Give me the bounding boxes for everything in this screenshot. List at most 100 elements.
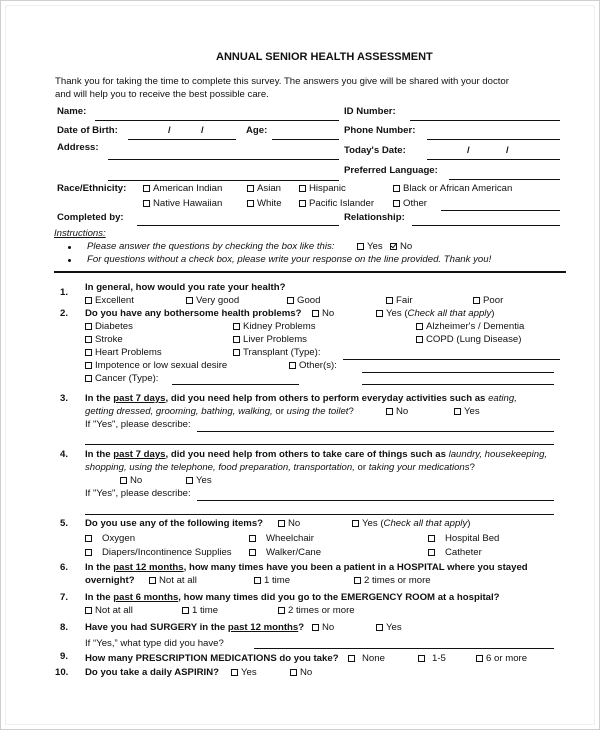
checkbox-icon[interactable] xyxy=(254,577,261,584)
checkbox-icon[interactable] xyxy=(312,624,319,631)
checkbox-icon[interactable] xyxy=(428,535,435,542)
q1-option-very-good[interactable]: Very good xyxy=(186,295,239,307)
q7-option-1-time[interactable]: 1 time xyxy=(182,605,218,617)
checkbox-icon[interactable] xyxy=(348,655,355,662)
q8-option-no[interactable]: No xyxy=(312,622,334,634)
checkbox-icon[interactable] xyxy=(289,362,296,369)
checkbox-icon[interactable] xyxy=(186,477,193,484)
completed-by-input[interactable] xyxy=(137,225,339,226)
q2-option-cancer[interactable]: Cancer (Type): xyxy=(85,373,158,385)
checkbox-icon[interactable] xyxy=(352,520,359,527)
checkbox-icon[interactable] xyxy=(287,297,294,304)
q2-option-copd[interactable]: COPD (Lung Disease) xyxy=(416,334,521,346)
race-option-native-hawaiian[interactable]: Native Hawaiian xyxy=(143,198,222,210)
q2-option-heart[interactable]: Heart Problems xyxy=(85,347,162,359)
checkbox-icon[interactable] xyxy=(85,323,92,330)
checkbox-icon[interactable] xyxy=(85,297,92,304)
checkbox-icon[interactable] xyxy=(182,607,189,614)
checkbox-icon[interactable] xyxy=(247,200,254,207)
address-input-line-2[interactable] xyxy=(108,180,339,181)
checkbox-icon[interactable] xyxy=(354,577,361,584)
relationship-input[interactable] xyxy=(412,225,560,226)
checkbox-icon[interactable] xyxy=(249,535,256,542)
checkbox-icon[interactable] xyxy=(233,323,240,330)
checkbox-icon[interactable] xyxy=(393,200,400,207)
id-number-input[interactable] xyxy=(410,120,560,121)
checkbox-icon[interactable] xyxy=(85,375,92,382)
q2-others-input-1[interactable] xyxy=(362,372,554,373)
checkbox-icon[interactable] xyxy=(299,185,306,192)
q2-option-kidney[interactable]: Kidney Problems xyxy=(233,321,316,333)
race-option-white[interactable]: White xyxy=(247,198,282,210)
q9-option-none[interactable]: None xyxy=(348,653,385,665)
checkbox-icon[interactable] xyxy=(376,624,383,631)
checkbox-icon[interactable] xyxy=(231,669,238,676)
q5-option-diapers[interactable]: Diapers/Incontinence Supplies xyxy=(85,547,232,559)
q3-describe-input-2[interactable] xyxy=(85,444,554,445)
checkbox-icon[interactable] xyxy=(278,607,285,614)
phone-input[interactable] xyxy=(427,139,560,140)
checkbox-icon[interactable] xyxy=(85,349,92,356)
q5-option-wheelchair[interactable]: Wheelchair xyxy=(249,533,314,545)
q6-option-1-time[interactable]: 1 time xyxy=(254,575,290,587)
checkbox-icon[interactable] xyxy=(143,200,150,207)
q4-describe-input-2[interactable] xyxy=(85,514,554,515)
race-option-american-indian[interactable]: American Indian xyxy=(143,183,222,195)
checkbox-icon[interactable] xyxy=(312,310,319,317)
q8-surgery-type-input[interactable] xyxy=(254,648,554,649)
checkbox-icon[interactable] xyxy=(149,577,156,584)
q1-option-poor[interactable]: Poor xyxy=(473,295,503,307)
q10-option-yes[interactable]: Yes xyxy=(231,667,257,679)
race-option-black[interactable]: Black or African American xyxy=(393,183,512,195)
q5-option-walker[interactable]: Walker/Cane xyxy=(249,547,321,559)
q9-option-1-5[interactable]: 1-5 xyxy=(418,653,446,665)
checkbox-icon[interactable] xyxy=(416,336,423,343)
checkbox-icon[interactable] xyxy=(233,349,240,356)
q2-option-yes[interactable]: Yes (Check all that apply) xyxy=(376,308,494,320)
q9-option-6-or-more[interactable]: 6 or more xyxy=(476,653,527,665)
checkbox-icon[interactable] xyxy=(120,477,127,484)
dob-input[interactable] xyxy=(128,139,236,140)
q2-option-diabetes[interactable]: Diabetes xyxy=(85,321,133,333)
checkbox-icon[interactable] xyxy=(85,362,92,369)
q2-transplant-input[interactable] xyxy=(343,359,560,360)
checkbox-icon[interactable] xyxy=(376,310,383,317)
checkbox-icon[interactable] xyxy=(249,549,256,556)
race-option-other[interactable]: Other xyxy=(393,198,427,210)
q2-option-impotence[interactable]: Impotence or low sexual desire xyxy=(85,360,227,372)
q5-option-hospital-bed[interactable]: Hospital Bed xyxy=(428,533,499,545)
race-option-asian[interactable]: Asian xyxy=(247,183,281,195)
q3-option-yes[interactable]: Yes xyxy=(454,406,480,418)
checkbox-icon[interactable] xyxy=(186,297,193,304)
checkbox-icon[interactable] xyxy=(473,297,480,304)
checkbox-icon[interactable] xyxy=(290,669,297,676)
q3-option-no[interactable]: No xyxy=(386,406,408,418)
q8-option-yes[interactable]: Yes xyxy=(376,622,402,634)
checkbox-icon[interactable] xyxy=(247,185,254,192)
q7-option-2-or-more[interactable]: 2 times or more xyxy=(278,605,355,617)
q5-option-yes[interactable]: Yes (Check all that apply) xyxy=(352,518,470,530)
q2-option-transplant[interactable]: Transplant (Type): xyxy=(233,347,321,359)
q2-option-liver[interactable]: Liver Problems xyxy=(233,334,307,346)
checkbox-icon[interactable] xyxy=(428,549,435,556)
checkbox-icon[interactable] xyxy=(85,607,92,614)
q5-option-no[interactable]: No xyxy=(278,518,300,530)
q1-option-good[interactable]: Good xyxy=(287,295,320,307)
todays-date-input[interactable] xyxy=(427,159,560,160)
q4-option-yes[interactable]: Yes xyxy=(186,475,212,487)
q2-cancer-input[interactable] xyxy=(172,384,299,385)
checkbox-icon[interactable] xyxy=(278,520,285,527)
q2-option-stroke[interactable]: Stroke xyxy=(85,334,123,346)
name-input[interactable] xyxy=(95,120,339,121)
checkbox-icon[interactable] xyxy=(233,336,240,343)
checkbox-icon[interactable] xyxy=(386,297,393,304)
q7-option-not-at-all[interactable]: Not at all xyxy=(85,605,133,617)
q3-describe-input-1[interactable] xyxy=(197,431,554,432)
q6-option-not-at-all[interactable]: Not at all xyxy=(149,575,197,587)
q4-describe-input-1[interactable] xyxy=(197,500,554,501)
race-other-input[interactable] xyxy=(441,210,560,211)
checkbox-icon[interactable] xyxy=(454,408,461,415)
q2-option-no[interactable]: No xyxy=(312,308,334,320)
q5-option-oxygen[interactable]: Oxygen xyxy=(85,533,135,545)
age-input[interactable] xyxy=(272,139,339,140)
